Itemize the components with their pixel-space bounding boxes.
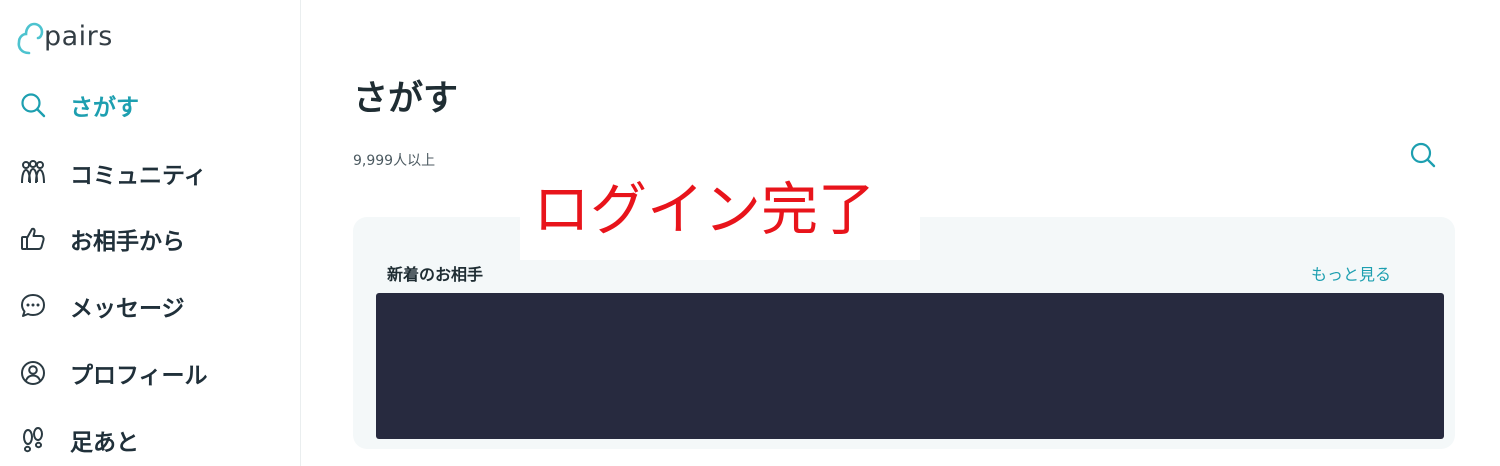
sidebar-item-label: お相手から xyxy=(70,229,185,255)
sidebar-item-search[interactable]: さがす xyxy=(18,85,139,125)
search-button[interactable] xyxy=(1408,140,1438,170)
footprints-icon xyxy=(18,425,48,455)
message-icon xyxy=(18,291,48,321)
search-icon xyxy=(1410,142,1436,168)
page-title: さがす xyxy=(353,79,459,119)
sidebar-item-label: プロフィール xyxy=(70,363,208,389)
sidebar-item-label: さがす xyxy=(70,95,139,121)
result-count: 9,999人以上 xyxy=(353,153,436,169)
profile-icon xyxy=(18,358,48,388)
sidebar-item-label: 足あと xyxy=(70,430,139,456)
login-complete-annotation: ログイン完了 xyxy=(533,177,875,243)
section-title: 新着のお相手 xyxy=(387,265,484,284)
community-icon xyxy=(18,158,48,188)
sidebar-item-label: コミュニティ xyxy=(70,163,207,189)
sidebar-item-profile[interactable]: プロフィール xyxy=(18,353,208,393)
sidebar-item-footprints[interactable]: 足あと xyxy=(18,420,139,460)
sidebar-item-likes[interactable]: お相手から xyxy=(18,219,185,259)
new-matches-banner[interactable] xyxy=(376,293,1444,439)
sidebar: pairs さがす コミュニティ お相手から メッセージ プロフィール 足あと xyxy=(0,0,301,466)
see-more-link[interactable]: もっと見る xyxy=(1311,261,1391,285)
sidebar-item-community[interactable]: コミュニティ xyxy=(18,153,207,193)
sidebar-item-label: メッセージ xyxy=(70,296,185,322)
pairs-logo[interactable]: pairs xyxy=(16,18,112,58)
thumbs-up-icon xyxy=(18,224,48,254)
search-icon xyxy=(18,90,48,120)
logo-text: pairs xyxy=(44,21,113,52)
cloud-logo-icon xyxy=(17,22,44,55)
sidebar-item-messages[interactable]: メッセージ xyxy=(18,286,185,326)
